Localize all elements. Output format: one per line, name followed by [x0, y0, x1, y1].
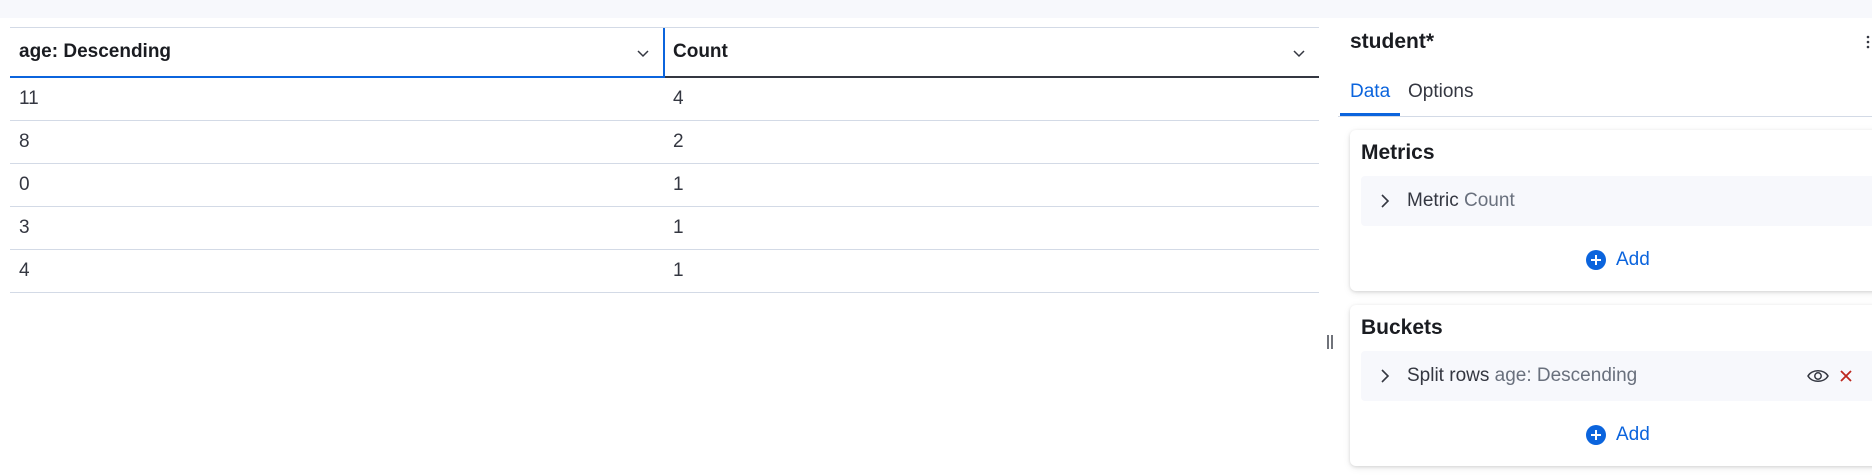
table-row: 3 1 [10, 207, 1319, 250]
chevron-right-icon[interactable] [1377, 193, 1393, 209]
metrics-section: Metrics Metric Count Add [1350, 130, 1872, 291]
table-cell[interactable]: 4 [665, 78, 1319, 120]
plus-circle-icon [1586, 250, 1606, 270]
metric-item-label: Metric Count [1407, 190, 1515, 212]
bucket-item-value: age: Descending [1494, 365, 1638, 386]
chevron-right-icon[interactable] [1377, 368, 1393, 384]
metric-item-type: Metric [1407, 190, 1459, 211]
chevron-down-icon[interactable] [1291, 45, 1307, 61]
chevron-down-icon[interactable] [635, 45, 651, 61]
table-cell[interactable]: 8 [10, 121, 665, 163]
metric-count-item[interactable]: Metric Count [1361, 176, 1872, 226]
add-bucket-label: Add [1616, 424, 1650, 445]
table-cell[interactable]: 1 [665, 164, 1319, 206]
table-row: 0 1 [10, 164, 1319, 207]
buckets-title: Buckets [1361, 316, 1443, 339]
table-row: 11 4 [10, 78, 1319, 121]
metrics-title: Metrics [1361, 141, 1435, 164]
eye-icon[interactable] [1807, 367, 1829, 385]
column-header-label: Count [673, 41, 728, 62]
table-cell[interactable]: 1 [665, 250, 1319, 292]
table-cell[interactable]: 11 [10, 78, 665, 120]
plus-circle-icon [1586, 425, 1606, 445]
table-row: 8 2 [10, 121, 1319, 164]
more-options-icon[interactable] [1860, 34, 1872, 50]
metric-item-value: Count [1464, 190, 1515, 211]
editor-sidebar: student* Data Options Metrics Metric Cou… [1338, 0, 1872, 476]
bucket-item-type: Split rows [1407, 365, 1490, 386]
table-cell[interactable]: 3 [10, 207, 665, 249]
index-pattern-title: student* [1350, 30, 1434, 53]
table-cell[interactable]: 1 [665, 207, 1319, 249]
column-header-count[interactable]: Count [665, 28, 1319, 78]
tab-options[interactable]: Options [1408, 80, 1473, 115]
column-header-label: age: Descending [19, 41, 172, 62]
column-header-age[interactable]: age: Descending [10, 28, 665, 78]
table-cell[interactable]: 2 [665, 121, 1319, 163]
bucket-split-rows-item[interactable]: Split rows age: Descending [1361, 351, 1872, 401]
bucket-item-label: Split rows age: Descending [1407, 365, 1637, 387]
add-metric-label: Add [1616, 249, 1650, 270]
active-tab-indicator [1340, 113, 1400, 116]
table-cell[interactable]: 4 [10, 250, 665, 292]
table-row: 4 1 [10, 250, 1319, 293]
add-bucket-button[interactable]: Add [1586, 423, 1650, 447]
editor-tabs: Data Options [1338, 76, 1872, 117]
table-header: age: Descending Count [10, 27, 1319, 78]
resize-handle-icon[interactable] [1326, 334, 1334, 350]
table-cell[interactable]: 0 [10, 164, 665, 206]
add-metric-button[interactable]: Add [1586, 248, 1650, 272]
data-table: age: Descending Count 11 4 8 2 0 1 3 1 4… [10, 27, 1319, 293]
tab-data[interactable]: Data [1350, 80, 1390, 115]
buckets-section: Buckets Split rows age: Descending Add [1350, 305, 1872, 466]
remove-icon[interactable] [1836, 366, 1856, 386]
